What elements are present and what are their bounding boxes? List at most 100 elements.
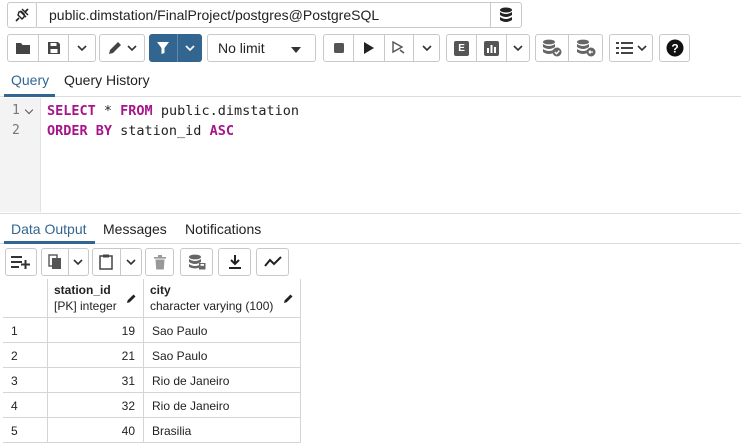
- data-toolbar: [0, 245, 741, 278]
- line-graph-icon: [263, 256, 282, 267]
- active-tab-indicator: [4, 241, 95, 244]
- line-gutter: 1 2: [0, 98, 41, 212]
- download-group: [218, 248, 251, 276]
- add-row-group: [5, 248, 37, 276]
- execute-button[interactable]: [354, 35, 385, 61]
- tab-data-output[interactable]: Data Output: [11, 221, 87, 237]
- sql-text: station_id: [112, 123, 210, 139]
- fold-chevron-icon[interactable]: [24, 105, 34, 115]
- list-icon: [615, 42, 633, 54]
- macros-group: [609, 34, 653, 62]
- row-number: 1: [11, 324, 18, 338]
- table-cell[interactable]: Brasilia: [144, 418, 301, 443]
- stop-icon: [333, 43, 344, 53]
- save-data-button[interactable]: [181, 249, 212, 275]
- row-number-header[interactable]: [3, 279, 48, 318]
- edit-menu-button[interactable]: [100, 35, 144, 61]
- macros-button[interactable]: [610, 35, 652, 61]
- tab-query-history[interactable]: Query History: [64, 72, 150, 88]
- connection-selector[interactable]: public.dimstation/FinalProject/postgres@…: [36, 2, 491, 28]
- table-cell[interactable]: Rio de Janeiro: [144, 393, 301, 418]
- open-file-button[interactable]: [8, 35, 39, 61]
- sql-editor[interactable]: 1 2 SELECT * FROM public.dimstation ORDE…: [0, 98, 741, 212]
- table-cell[interactable]: Rio de Janeiro: [144, 368, 301, 393]
- connection-status-button[interactable]: [7, 2, 37, 28]
- chevron-down-icon: [636, 44, 647, 51]
- delete-row-button[interactable]: [146, 249, 173, 275]
- filter-group: [149, 34, 202, 62]
- table-cell[interactable]: Sao Paulo: [144, 318, 301, 343]
- database-button[interactable]: [490, 2, 522, 28]
- code-line: ORDER BY station_id ASC: [47, 123, 234, 139]
- row-number-cell[interactable]: 5: [3, 418, 48, 443]
- column-header-city[interactable]: city character varying (100): [144, 279, 301, 318]
- column-type: [PK] integer: [54, 299, 117, 313]
- city-value: Rio de Janeiro: [152, 374, 230, 388]
- connection-label: public.dimstation/FinalProject/postgres@…: [49, 7, 380, 23]
- copy-options-dropdown[interactable]: [69, 249, 88, 275]
- tab-messages[interactable]: Messages: [103, 221, 167, 237]
- pencil-icon[interactable]: [283, 293, 294, 304]
- table-cell[interactable]: 40: [48, 418, 144, 443]
- table-cell[interactable]: Sao Paulo: [144, 343, 301, 368]
- row-number-cell[interactable]: 2: [3, 343, 48, 368]
- filter-options-dropdown[interactable]: [178, 34, 202, 62]
- execute-options-dropdown[interactable]: [414, 35, 439, 61]
- city-value: Sao Paulo: [152, 349, 208, 363]
- folder-icon: [16, 43, 30, 54]
- filter-icon: [157, 42, 169, 54]
- copy-button[interactable]: [42, 249, 69, 275]
- row-number: 2: [11, 349, 18, 363]
- row-number-cell[interactable]: 4: [3, 393, 48, 418]
- station-id-value: 19: [121, 324, 135, 338]
- svg-text:?: ?: [671, 42, 678, 56]
- table-cell[interactable]: 21: [48, 343, 144, 368]
- query-tabs: Query Query History: [0, 66, 741, 97]
- explain-button[interactable]: E: [447, 35, 478, 61]
- row-number-cell[interactable]: 1: [3, 318, 48, 343]
- save-options-dropdown[interactable]: [69, 35, 95, 61]
- chevron-down-icon: [185, 44, 195, 51]
- delete-group: [145, 248, 174, 276]
- explain-options-dropdown[interactable]: [507, 35, 529, 61]
- filter-button[interactable]: [149, 34, 178, 62]
- table-cell[interactable]: 32: [48, 393, 144, 418]
- graph-visualiser-button[interactable]: [257, 249, 288, 275]
- save-file-button[interactable]: [39, 35, 69, 61]
- city-value: Brasilia: [152, 424, 192, 438]
- chevron-down-icon: [127, 44, 137, 51]
- explain-analyze-button[interactable]: [477, 35, 507, 61]
- grid-header: station_id [PK] integer city character v…: [3, 279, 301, 318]
- table-cell[interactable]: 19: [48, 318, 144, 343]
- pencil-icon[interactable]: [126, 293, 137, 304]
- tab-notifications[interactable]: Notifications: [185, 221, 261, 237]
- commit-button[interactable]: [536, 35, 570, 61]
- chevron-down-icon: [513, 44, 523, 51]
- database-rollback-icon: [576, 39, 595, 57]
- station-id-value: 32: [121, 399, 135, 413]
- sql-text: *: [95, 103, 121, 119]
- rollback-button[interactable]: [569, 35, 602, 61]
- paste-button[interactable]: [93, 249, 121, 275]
- row-number-cell[interactable]: 3: [3, 368, 48, 393]
- column-header-station-id[interactable]: station_id [PK] integer: [48, 279, 144, 318]
- clipboard-icon: [99, 254, 114, 270]
- pencil-icon: [109, 42, 121, 54]
- row-limit-select[interactable]: No limit: [207, 34, 316, 62]
- sql-keyword: SELECT: [47, 103, 96, 119]
- download-button[interactable]: [219, 249, 250, 275]
- caret-down-icon: [291, 47, 301, 53]
- tab-query[interactable]: Query: [11, 72, 49, 88]
- database-save-icon: [188, 254, 205, 270]
- connection-bar: public.dimstation/FinalProject/postgres@…: [0, 0, 741, 30]
- trash-icon: [153, 254, 166, 269]
- line-number: 1: [12, 103, 20, 118]
- help-button[interactable]: ?: [659, 34, 690, 62]
- table-cell[interactable]: 31: [48, 368, 144, 393]
- paste-options-dropdown[interactable]: [121, 249, 141, 275]
- chevron-down-icon: [77, 44, 87, 51]
- add-row-button[interactable]: [6, 249, 36, 275]
- add-row-icon: [11, 256, 30, 269]
- execute-script-button[interactable]: [385, 35, 415, 61]
- stop-button[interactable]: [324, 35, 355, 61]
